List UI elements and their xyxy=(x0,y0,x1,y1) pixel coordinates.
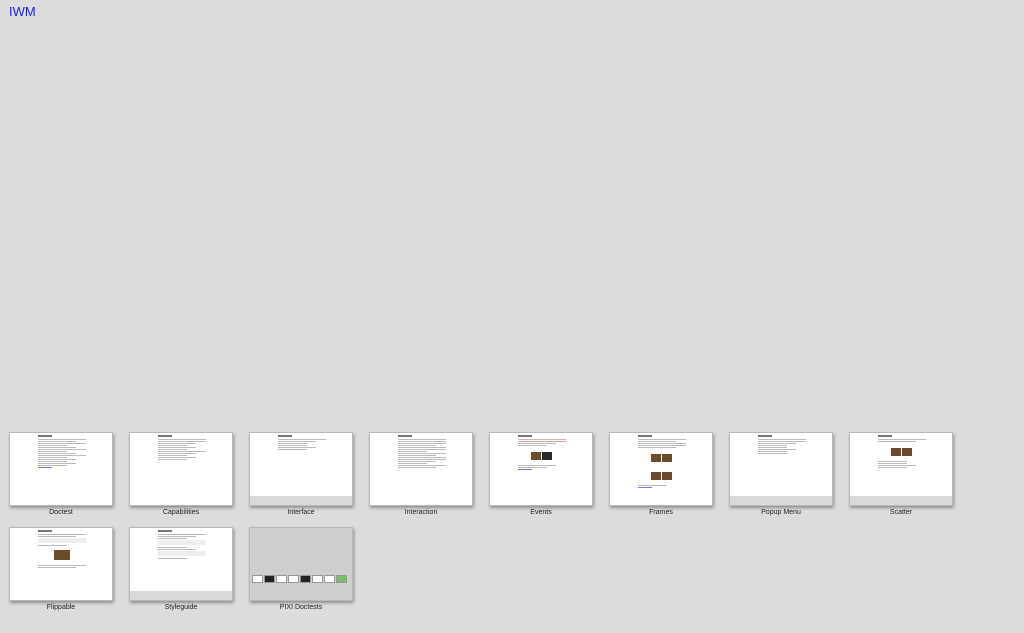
tile-label: Flippable xyxy=(46,604,76,611)
doctest-grid: Doctest Capabilities Interface Interacti… xyxy=(9,432,969,611)
thumbnail-doctest[interactable] xyxy=(9,432,113,506)
tile-label: PIXI Doctests xyxy=(279,604,323,611)
tile-interaction[interactable]: Interaction xyxy=(369,432,473,516)
tile-label: Doctest xyxy=(49,509,73,516)
tile-frames[interactable]: Frames xyxy=(609,432,713,516)
tile-pixi-doctests[interactable]: PIXI Doctests xyxy=(249,527,353,611)
thumbnail-popup-menu[interactable] xyxy=(729,432,833,506)
thumbnail-pixi-doctests[interactable] xyxy=(249,527,353,601)
thumbnail-interface[interactable] xyxy=(249,432,353,506)
tile-doctest[interactable]: Doctest xyxy=(9,432,113,516)
tile-label: Events xyxy=(530,509,552,516)
tile-label: Styleguide xyxy=(164,604,198,611)
app-title-link[interactable]: IWM xyxy=(9,4,36,19)
thumbnail-flippable[interactable] xyxy=(9,527,113,601)
tile-label: Interaction xyxy=(404,509,438,516)
tile-events[interactable]: Events xyxy=(489,432,593,516)
thumbnail-capabilities[interactable] xyxy=(129,432,233,506)
tile-label: Capabilities xyxy=(162,509,200,516)
tile-label: Scatter xyxy=(889,509,913,516)
tile-flippable[interactable]: Flippable xyxy=(9,527,113,611)
thumbnail-styleguide[interactable] xyxy=(129,527,233,601)
tile-capabilities[interactable]: Capabilities xyxy=(129,432,233,516)
tile-scatter[interactable]: Scatter xyxy=(849,432,953,516)
tile-styleguide[interactable]: Styleguide xyxy=(129,527,233,611)
tile-label: Popup Menu xyxy=(761,509,801,516)
thumbnail-scatter[interactable] xyxy=(849,432,953,506)
thumbnail-frames[interactable] xyxy=(609,432,713,506)
tile-label: Frames xyxy=(649,509,673,516)
tile-label: Interface xyxy=(287,509,315,516)
thumbnail-events[interactable] xyxy=(489,432,593,506)
tile-interface[interactable]: Interface xyxy=(249,432,353,516)
thumbnail-interaction[interactable] xyxy=(369,432,473,506)
tile-popup-menu[interactable]: Popup Menu xyxy=(729,432,833,516)
